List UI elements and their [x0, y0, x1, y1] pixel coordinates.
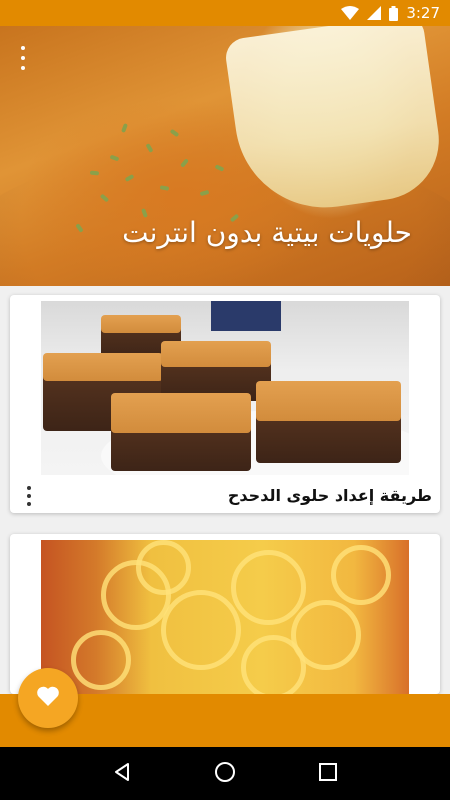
recipe-image[interactable] [41, 540, 409, 694]
card-overflow-menu-button[interactable] [24, 485, 34, 506]
heart-icon [36, 685, 60, 711]
home-button[interactable] [205, 754, 245, 794]
status-bar: 3:27 [0, 0, 450, 26]
wifi-icon [341, 6, 360, 20]
recipe-image[interactable] [41, 301, 409, 475]
page-title: حلويات بيتية بدون انترنت [122, 216, 412, 249]
recents-icon [319, 762, 338, 785]
status-time: 3:27 [406, 4, 440, 22]
back-button[interactable] [102, 754, 142, 794]
favorites-fab-button[interactable] [18, 668, 78, 728]
header-banner: حلويات بيتية بدون انترنت [0, 26, 450, 286]
recents-button[interactable] [308, 754, 348, 794]
recipe-card[interactable] [10, 534, 440, 694]
signal-icon [367, 6, 382, 20]
battery-icon [389, 5, 399, 21]
recipe-card[interactable]: طريقة إعداد حلوى الدحدح [10, 295, 440, 513]
home-icon [214, 761, 236, 787]
recipe-title[interactable]: طريقة إعداد حلوى الدحدح [228, 486, 432, 505]
back-icon [112, 762, 132, 786]
system-navigation-bar [0, 747, 450, 800]
header-overflow-menu-button[interactable] [16, 46, 30, 70]
